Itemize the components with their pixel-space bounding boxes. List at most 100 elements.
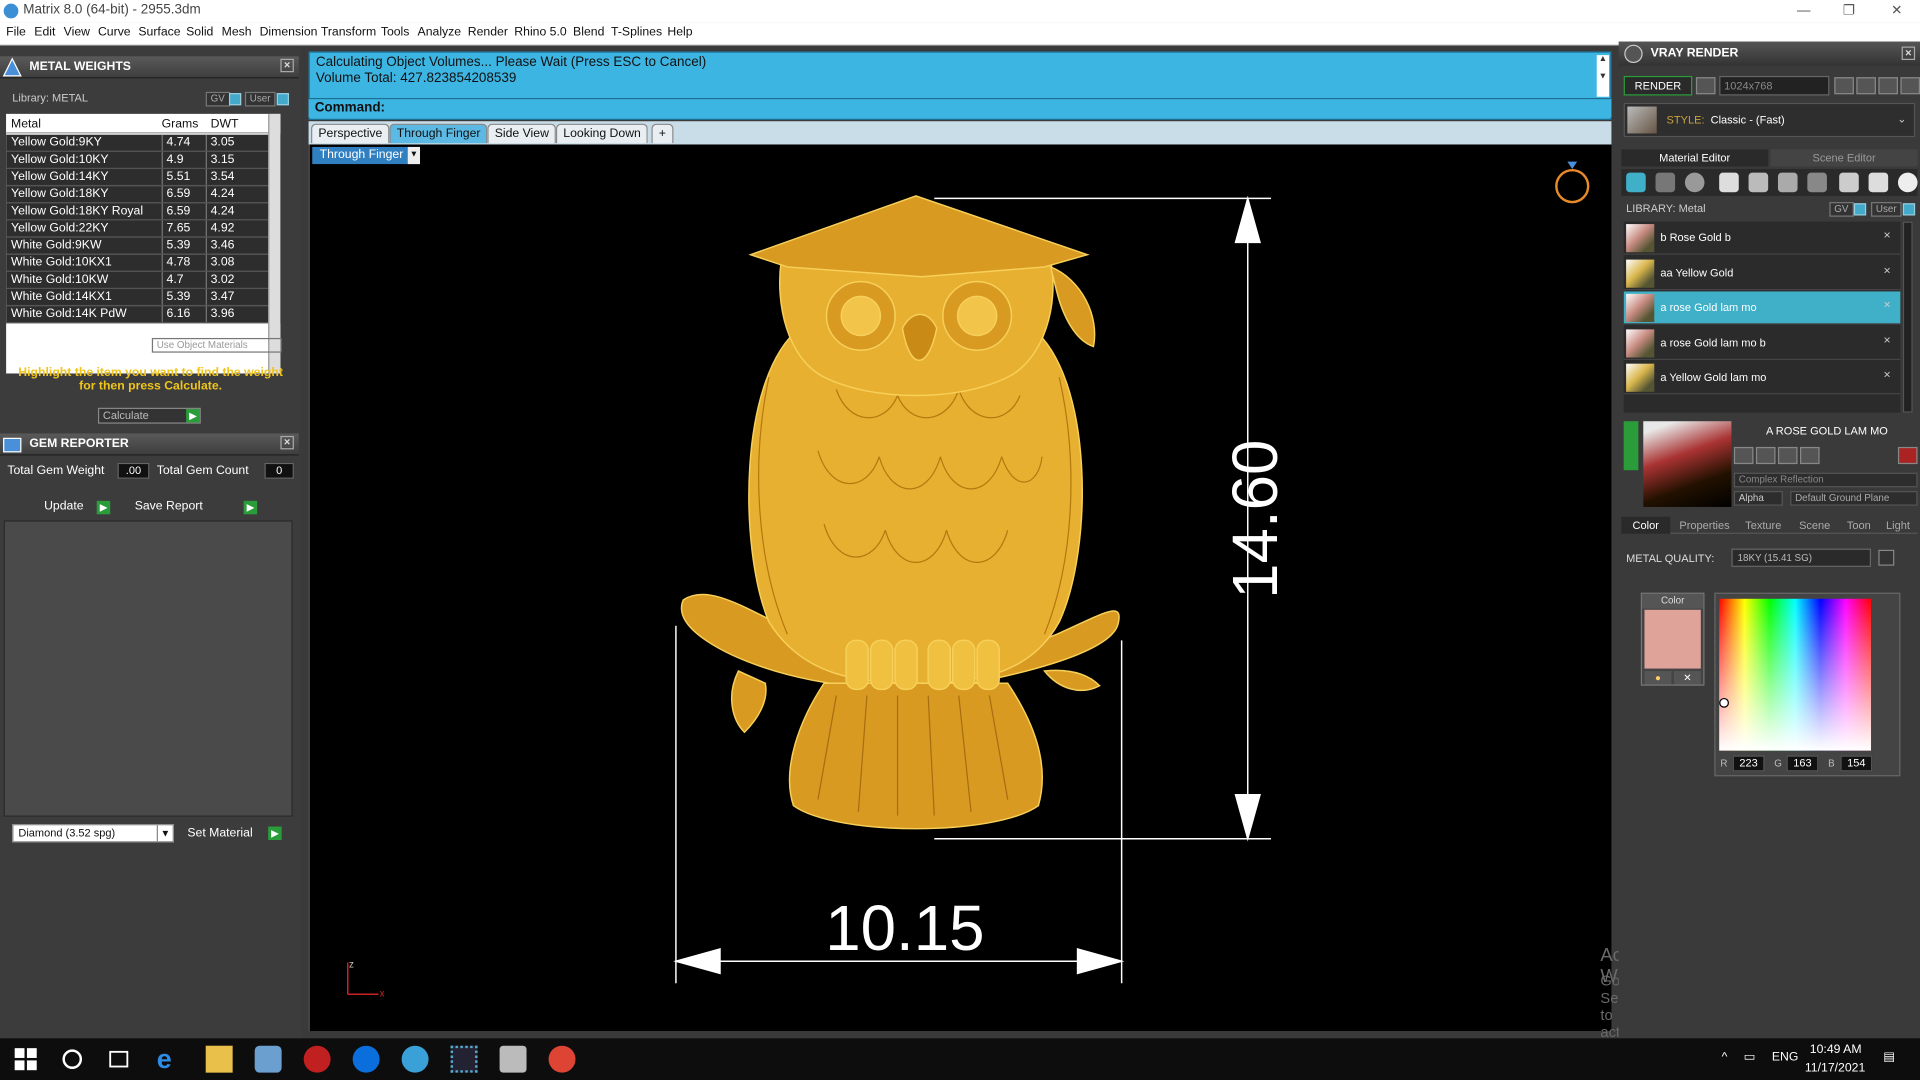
metal-quality-settings-icon[interactable] (1878, 549, 1895, 566)
metal-quality-select[interactable]: 18KY (15.41 SG) (1731, 548, 1872, 567)
tab-texture[interactable]: Texture (1736, 517, 1790, 534)
matte-type-icon[interactable] (1719, 172, 1739, 193)
pattern-type-icon[interactable] (1777, 172, 1798, 193)
table-row[interactable]: Yellow Gold:18KY 6.59 4.24 (6, 186, 281, 204)
notifications-icon[interactable]: ▤ (1883, 1051, 1895, 1064)
col-grams[interactable]: Grams (162, 118, 199, 131)
remove-material-icon[interactable]: × (1883, 299, 1890, 312)
table-row[interactable]: Yellow Gold:9KY 4.74 3.05 (6, 134, 281, 152)
table-row[interactable]: Yellow Gold:18KY Royal 6.59 4.24 (6, 203, 281, 221)
minimize-button[interactable]: — (1780, 0, 1827, 22)
alpha-toggle[interactable]: Alpha (1733, 491, 1783, 506)
menu-surface[interactable]: Surface (138, 26, 180, 39)
menu-analyze[interactable]: Analyze (418, 26, 462, 39)
menu-render[interactable]: Render (468, 26, 508, 39)
tab-toon[interactable]: Toon (1839, 517, 1878, 534)
user-toggle[interactable] (276, 93, 289, 106)
save-report-button[interactable]: Save Report ▶ (135, 500, 258, 517)
mesh-type-icon[interactable] (1807, 172, 1827, 193)
command-input[interactable] (386, 100, 1600, 117)
table-row[interactable]: White Gold:10KX1 4.78 3.08 (6, 254, 281, 272)
viewport[interactable]: Through Finger ▼ 14.60 10.15 z x Go to (308, 144, 1675, 1058)
gem-select[interactable]: Diamond (3.52 spg) ▼ (12, 824, 174, 843)
vray-user-toggle[interactable] (1902, 203, 1916, 216)
owl-pendant-model[interactable] (680, 195, 1120, 830)
tab-scene[interactable]: Scene (1790, 517, 1839, 534)
zalo-icon[interactable] (352, 1045, 380, 1073)
menu-tsplines[interactable]: T-Splines (611, 26, 662, 39)
table-row[interactable]: White Gold:14KX1 5.39 3.47 (6, 288, 281, 307)
remove-material-icon[interactable]: × (1883, 369, 1890, 382)
metal-weights-close-icon[interactable]: × (280, 58, 294, 73)
menu-solid[interactable]: Solid (186, 26, 213, 39)
list-item[interactable]: a Yellow Gold lam mo × (1623, 361, 1901, 395)
vray-user-button[interactable]: User (1871, 202, 1902, 217)
col-dwt[interactable]: DWT (211, 118, 239, 131)
export-icon[interactable] (1777, 446, 1798, 465)
chrome-icon[interactable] (548, 1045, 576, 1073)
metal-type-icon[interactable] (1626, 172, 1646, 193)
table-row[interactable]: Yellow Gold:22KY 7.65 4.92 (6, 220, 281, 238)
table-row[interactable]: Yellow Gold:10KY 4.9 3.15 (6, 151, 281, 169)
tray-chevron-icon[interactable]: ^ (1722, 1051, 1728, 1064)
set-material-button[interactable]: Set Material ▶ (184, 826, 282, 843)
remove-material-icon[interactable]: × (1883, 334, 1890, 347)
b-value[interactable]: 154 (1840, 755, 1873, 772)
network-icon[interactable]: ▭ (1744, 1051, 1756, 1064)
edge-browser-icon[interactable]: e (157, 1045, 184, 1073)
paint-type-icon[interactable] (1868, 172, 1889, 193)
table-row[interactable]: White Gold:9KW 5.39 3.46 (6, 237, 281, 255)
tab-color[interactable]: Color (1621, 516, 1671, 534)
reflection-select[interactable]: Complex Reflection (1733, 472, 1918, 488)
menu-file[interactable]: File (6, 26, 26, 39)
resolution-select[interactable]: 1024x768 (1719, 75, 1830, 96)
vray-gv-button[interactable]: GV (1829, 202, 1854, 217)
sphere-type-icon[interactable] (1684, 172, 1705, 193)
menu-curve[interactable]: Curve (98, 26, 131, 39)
language-indicator[interactable]: ENG (1772, 1051, 1799, 1064)
render-button[interactable]: RENDER (1623, 75, 1693, 96)
style-select[interactable]: STYLE: Classic - (Fast) ⌄ (1623, 102, 1916, 138)
menu-mesh[interactable]: Mesh (222, 26, 252, 39)
list-item[interactable]: a rose Gold lam mo b × (1623, 326, 1901, 360)
vray-close-icon[interactable]: × (1901, 46, 1916, 61)
app-icon-2[interactable] (303, 1045, 331, 1073)
remove-material-icon[interactable]: × (1883, 229, 1890, 242)
render-settings-icon[interactable] (1695, 77, 1716, 95)
tab-light[interactable]: Light (1878, 517, 1917, 534)
vray-gv-toggle[interactable] (1853, 203, 1867, 216)
light-type-icon[interactable] (1897, 172, 1918, 193)
material-list-scrollbar[interactable] (1902, 221, 1913, 413)
update-button[interactable]: Update ▶ (44, 500, 111, 517)
color-swatch[interactable] (1644, 609, 1701, 669)
user-button[interactable]: User (244, 91, 276, 107)
clock-time[interactable]: 10:49 AM (1810, 1043, 1862, 1056)
r-value[interactable]: 223 (1732, 755, 1765, 772)
list-item[interactable]: b Rose Gold b × (1623, 222, 1901, 255)
tab-through-finger[interactable]: Through Finger (389, 123, 488, 144)
tab-side-view[interactable]: Side View (487, 123, 557, 144)
app-icon-1[interactable] (254, 1045, 282, 1073)
tab-material-editor[interactable]: Material Editor (1621, 149, 1769, 167)
g-value[interactable]: 163 (1786, 755, 1819, 772)
table-row[interactable]: White Gold:10KW 4.7 3.02 (6, 271, 281, 289)
gv-button[interactable]: GV (205, 91, 230, 107)
eyedropper-icon[interactable]: ● (1644, 671, 1672, 685)
command-history-scrollbar[interactable]: ▲ ▼ (1596, 55, 1609, 97)
menu-blend[interactable]: Blend (573, 26, 604, 39)
clear-color-icon[interactable]: ✕ (1673, 671, 1701, 685)
color-spectrum[interactable] (1719, 598, 1872, 751)
table-row[interactable]: Yellow Gold:14KY 5.51 3.54 (6, 168, 281, 187)
grid-icon[interactable] (1900, 77, 1920, 95)
gem-type-icon[interactable] (1655, 172, 1676, 193)
table-row[interactable]: White Gold:14K PdW 6.16 3.96 (6, 306, 281, 324)
list-item[interactable]: a rose Gold lam mo × (1623, 291, 1901, 325)
rewind-icon[interactable] (1834, 77, 1854, 95)
add-icon[interactable] (1800, 446, 1820, 465)
save-icon[interactable] (1733, 446, 1754, 465)
tab-properties[interactable]: Properties (1673, 517, 1737, 534)
tab-perspective[interactable]: Perspective (311, 123, 390, 144)
list-icon[interactable] (1878, 77, 1898, 95)
texture-type-icon[interactable] (1748, 172, 1769, 193)
file-explorer-icon[interactable] (205, 1045, 233, 1073)
